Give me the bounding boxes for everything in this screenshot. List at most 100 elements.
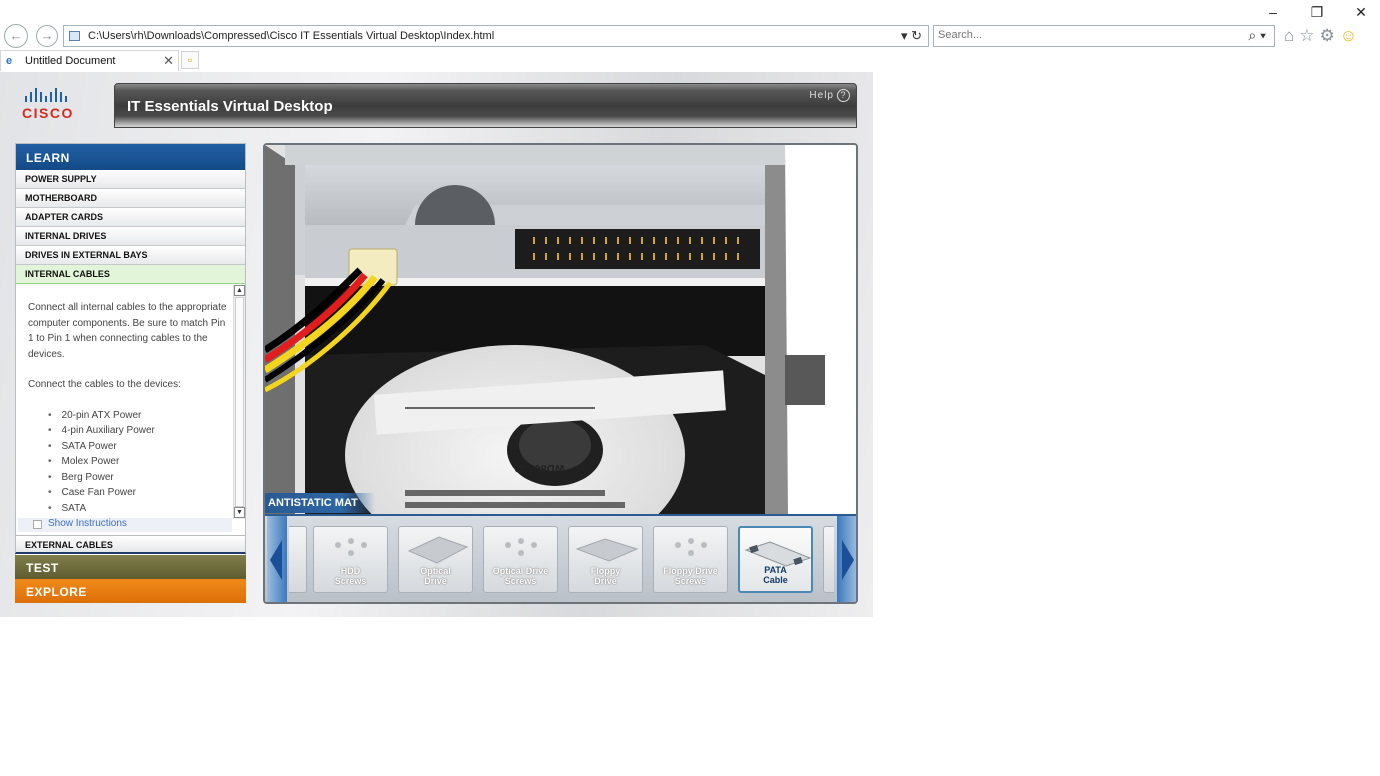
tray-item-sublabel: Screws (334, 576, 367, 586)
list-item: Molex Power (48, 454, 228, 470)
list-item: SATA Power (48, 439, 228, 455)
search-icon[interactable]: ⌕ ▾ (1248, 27, 1266, 44)
home-icon[interactable]: ⌂ (1284, 26, 1294, 46)
settings-gear-icon[interactable]: ⚙ (1320, 26, 1335, 46)
case-interior-illustration: WD800JD (265, 145, 856, 515)
instructions-pane: Connect all internal cables to the appro… (16, 285, 245, 532)
tray-item-sublabel: Drive (424, 576, 447, 586)
tray-item-floppy-drive[interactable]: Floppy Drive (568, 526, 643, 593)
tray-item-sublabel: Screws (504, 576, 537, 586)
menu-item-internal-cables[interactable]: INTERNAL CABLES (16, 265, 245, 284)
new-tab-button[interactable]: ▫ (181, 51, 199, 69)
tab-strip: e Untitled Document ✕ ▫ (0, 50, 1380, 72)
navigation-bar: ← → C:\Users\rh\Downloads\Compressed\Cis… (0, 24, 1380, 48)
help-icon: ? (837, 89, 850, 102)
app-header: IT Essentials Virtual Desktop Help ? (114, 83, 857, 128)
tray-item-next-partial[interactable] (823, 526, 834, 593)
address-url: C:\Users\rh\Downloads\Compressed\Cisco I… (88, 30, 495, 42)
explore-button[interactable]: EXPLORE (15, 579, 246, 603)
tray-item-label: Optical (420, 566, 451, 576)
cisco-bars-icon (25, 88, 92, 102)
learn-sidebar: LEARN POWER SUPPLY MOTHERBOARD ADAPTER C… (15, 143, 246, 603)
forward-button[interactable]: → (36, 25, 58, 47)
list-item: Berg Power (48, 470, 228, 486)
list-item: SATA (48, 501, 228, 517)
learn-header[interactable]: LEARN (16, 144, 245, 170)
screws-icon (505, 538, 537, 556)
favorites-star-icon[interactable]: ☆ (1299, 26, 1314, 46)
menu-item-power-supply[interactable]: POWER SUPPLY (16, 170, 245, 189)
menu-item-drives-external-bays[interactable]: DRIVES IN EXTERNAL BAYS (16, 246, 245, 265)
list-item: 4-pin Auxiliary Power (48, 423, 228, 439)
tray-item-partial[interactable]: D) (289, 526, 307, 593)
address-bar[interactable]: C:\Users\rh\Downloads\Compressed\Cisco I… (63, 25, 929, 47)
menu-item-external-cables[interactable]: EXTERNAL CABLES (15, 535, 246, 554)
antistatic-mat-label: ANTISTATIC MAT (265, 493, 375, 513)
tray-scroll-left-button[interactable] (267, 516, 287, 602)
tray-item-label: Optical Drive (492, 566, 549, 576)
menu-item-motherboard[interactable]: MOTHERBOARD (16, 189, 245, 208)
tray-item-pata-cable[interactable]: PATA Cable (738, 526, 813, 593)
left-arrow-icon (270, 540, 282, 580)
search-box[interactable]: ⌕ ▾ (933, 25, 1275, 47)
page-icon (69, 31, 80, 41)
back-button[interactable]: ← (4, 24, 28, 48)
close-window-button[interactable]: ✕ (1354, 4, 1368, 21)
toolbar-icons: ⌂ ☆ ⚙ ☺ (1284, 26, 1357, 46)
help-button[interactable]: Help ? (809, 89, 850, 102)
tray-item-label: PATA (764, 565, 787, 575)
computer-viewport: WD800JD ANTISTATIC MAT D) HDDScrew (263, 143, 858, 604)
search-input[interactable] (938, 29, 1228, 41)
screws-icon (335, 538, 367, 556)
case-interior-scene[interactable]: WD800JD (265, 145, 856, 515)
scroll-thumb[interactable] (235, 297, 244, 507)
tray-item-label: Floppy (590, 566, 621, 576)
tray-item-optical-drive-screws[interactable]: Optical Drive Screws (483, 526, 558, 593)
restore-button[interactable]: ❐ (1310, 4, 1324, 21)
scroll-up-icon[interactable]: ▲ (234, 285, 245, 296)
tray-item-hdd-screws[interactable]: HDD Screws (313, 526, 388, 593)
menu-item-adapter-cards[interactable]: ADAPTER CARDS (16, 208, 245, 227)
tray-item-optical-drive[interactable]: Optical Drive (398, 526, 473, 593)
show-instructions-label: Show Instructions (48, 518, 127, 529)
scroll-down-icon[interactable]: ▼ (234, 507, 245, 518)
tab-title: Untitled Document (25, 55, 116, 67)
cisco-wordmark: CISCO (22, 105, 74, 121)
window-controls: – ❐ ✕ (1266, 4, 1368, 21)
tray-item-floppy-drive-screws[interactable]: Floppy Drive Screws (653, 526, 728, 593)
tray-items: D) HDDScrews OpticalDrive Optical DriveS… (289, 526, 834, 596)
list-item: Case Fan Power (48, 485, 228, 501)
tray-item-sublabel: Cable (763, 575, 788, 585)
tab-untitled-document[interactable]: e Untitled Document ✕ (0, 50, 179, 71)
app-title: IT Essentials Virtual Desktop (127, 98, 333, 115)
floppy-drive-icon (575, 538, 639, 562)
feedback-smiley-icon[interactable]: ☺ (1340, 26, 1357, 46)
tray-scroll-right-button[interactable] (837, 516, 856, 602)
pata-cable-icon (744, 541, 812, 567)
test-button[interactable]: TEST (15, 555, 246, 579)
drive-model-text: WD800JD (514, 462, 565, 474)
cisco-logo: CISCO (22, 88, 92, 128)
app-stage: CISCO IT Essentials Virtual Desktop Help… (0, 72, 873, 617)
component-tray: D) HDDScrews OpticalDrive Optical DriveS… (265, 514, 856, 602)
screws-icon (675, 538, 707, 556)
new-tab-icon: ▫ (187, 53, 193, 67)
show-instructions-checkbox[interactable] (33, 520, 42, 529)
cable-list: 20-pin ATX Power 4-pin Auxiliary Power S… (28, 408, 228, 517)
refresh-icon[interactable]: ▾ ↻ (901, 28, 922, 44)
tray-item-label: Floppy Drive (663, 566, 718, 576)
tab-close-icon[interactable]: ✕ (163, 53, 174, 69)
instructions-scrollbar[interactable]: ▲ ▼ (233, 285, 245, 519)
menu-item-internal-drives[interactable]: INTERNAL DRIVES (16, 227, 245, 246)
help-label: Help (809, 90, 834, 101)
list-item: 20-pin ATX Power (48, 408, 228, 424)
optical-drive-icon (407, 536, 469, 564)
ie-icon: e (6, 55, 13, 67)
instructions-prompt: Connect the cables to the devices: (28, 379, 181, 390)
show-instructions-toggle[interactable]: Show Instructions (18, 518, 232, 532)
minimize-button[interactable]: – (1266, 4, 1280, 21)
tray-item-sublabel: Screws (674, 576, 707, 586)
forward-arrow-icon: → (40, 28, 54, 43)
back-arrow-icon: ← (9, 28, 23, 43)
instructions-text: Connect all internal cables to the appro… (28, 300, 228, 516)
